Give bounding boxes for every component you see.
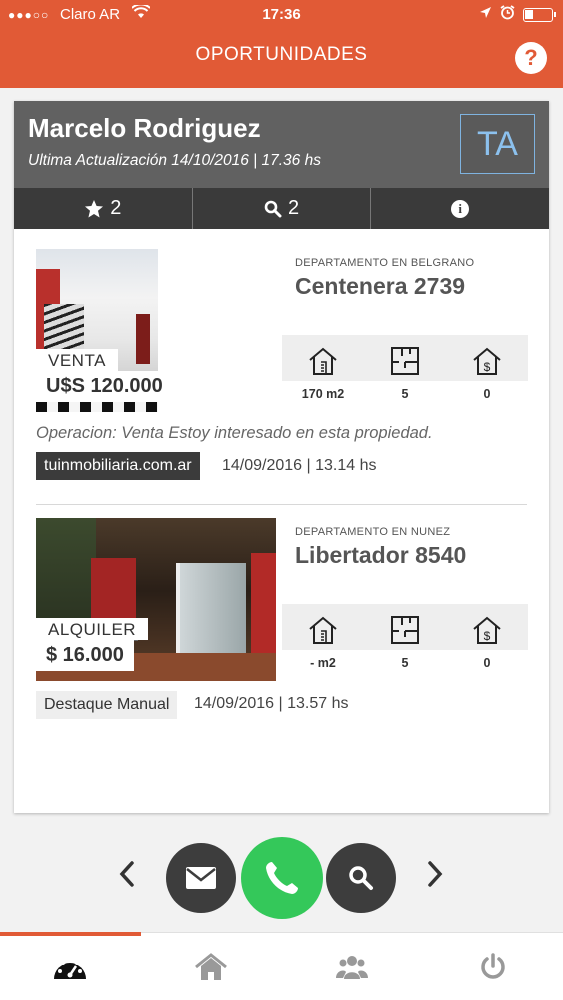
source-badge: Destaque Manual [36, 691, 178, 719]
property-features: 170 m2 5 $ 0 [282, 335, 528, 405]
client-name: Marcelo Rodriguez [28, 113, 261, 143]
house-dollar-icon: $ [473, 347, 501, 375]
house-area-icon [309, 347, 337, 375]
rooms-value: 5 [401, 387, 409, 401]
feature-expenses: $ 0 [446, 335, 528, 405]
feature-rooms: 5 [364, 604, 446, 674]
last-update: Ultima Actualización 14/10/2016 | 17.36 … [28, 152, 321, 169]
area-value: 170 m2 [301, 387, 345, 401]
property-price: U$S 120.000 [36, 371, 173, 402]
favorites-count: 2 [110, 197, 122, 219]
dashboard-icon [54, 957, 87, 979]
house-dollar-icon: $ [473, 616, 501, 644]
feature-area: - m2 [282, 604, 364, 674]
search-button[interactable] [326, 843, 396, 913]
property-category: DEPARTAMENTO EN NUNEZ [295, 526, 451, 538]
previous-arrow-icon[interactable] [117, 859, 137, 897]
svg-text:$: $ [484, 629, 491, 643]
info-icon: i [451, 199, 470, 218]
area-value: - m2 [310, 656, 336, 670]
bottom-tab-bar [0, 932, 563, 1000]
location-arrow-icon [479, 6, 492, 23]
users-icon [335, 955, 368, 979]
searches-count: 2 [287, 197, 300, 219]
battery-icon [523, 7, 556, 22]
client-header[interactable]: Marcelo Rodriguez Ultima Actualización 1… [14, 101, 549, 188]
home-icon [195, 952, 228, 980]
floorplan-icon [391, 616, 419, 644]
operation-note: Operacion: Venta Estoy interesado en est… [36, 424, 433, 442]
property-address: Libertador 8540 [295, 542, 467, 568]
tab-clients[interactable] [282, 933, 423, 1000]
property-category: DEPARTAMENTO EN BELGRANO [295, 257, 475, 269]
status-bar: ●●●○○ Claro AR 17:36 [0, 0, 563, 30]
svg-text:$: $ [484, 360, 491, 374]
favorites-stat[interactable]: 2 [14, 188, 193, 229]
listing-date: 14/09/2016 | 13.57 hs [194, 695, 349, 712]
property-price: $ 16.000 [36, 640, 134, 671]
star-icon [85, 199, 104, 217]
floorplan-icon [391, 347, 419, 375]
rooms-value: 5 [401, 656, 409, 670]
phone-icon [266, 862, 298, 894]
call-button[interactable] [241, 837, 323, 919]
email-button[interactable] [166, 843, 236, 913]
searches-stat[interactable]: 2 [193, 188, 372, 229]
client-stats: 2 2 i [14, 188, 549, 229]
agent-initials-badge: TA [460, 114, 535, 174]
search-icon [349, 866, 373, 890]
expenses-value: 0 [483, 656, 491, 670]
help-button[interactable]: ? [515, 42, 547, 74]
property-address: Centenera 2739 [295, 273, 466, 299]
house-area-icon [309, 616, 337, 644]
tab-dashboard[interactable] [0, 933, 141, 1000]
alarm-icon [500, 5, 515, 24]
source-badge: tuinmobiliaria.com.ar [36, 452, 200, 480]
page-title: OPORTUNIDADES [195, 44, 368, 65]
feature-area: 170 m2 [282, 335, 364, 405]
active-tab-indicator [0, 932, 141, 936]
divider [36, 504, 527, 505]
info-stat[interactable]: i [371, 188, 549, 229]
expenses-value: 0 [483, 387, 491, 401]
operation-type: VENTA [36, 349, 118, 372]
mail-icon [186, 867, 216, 889]
power-icon [480, 952, 505, 979]
action-bar [0, 837, 563, 921]
tab-logout[interactable] [422, 933, 563, 1000]
listing-date: 14/09/2016 | 13.14 hs [222, 457, 377, 474]
feature-rooms: 5 [364, 335, 446, 405]
property-features: - m2 5 $ 0 [282, 604, 528, 674]
feature-expenses: $ 0 [446, 604, 528, 674]
opportunity-card: Marcelo Rodriguez Ultima Actualización 1… [14, 101, 549, 813]
tab-properties[interactable] [141, 933, 282, 1000]
search-icon [264, 200, 282, 217]
next-arrow-icon[interactable] [425, 859, 445, 897]
operation-type: ALQUILER [36, 618, 149, 641]
app-header: ●●●○○ Claro AR 17:36 OPORTUNIDADES ? [0, 0, 563, 88]
